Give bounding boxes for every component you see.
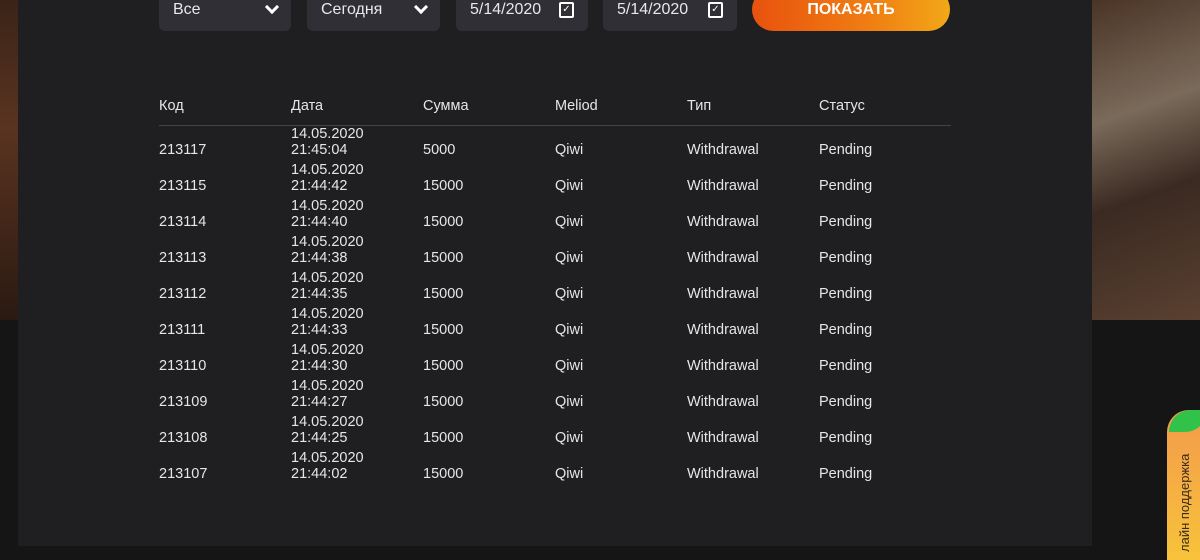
table-cell: 213107 — [159, 466, 208, 482]
table-row: 213108 14.05.2020 21:44:25 15000 Qiwi Withdr… — [159, 414, 951, 450]
table-cell: 14.05.2020 21:44:42 — [291, 162, 364, 194]
column-header: Статус — [819, 98, 951, 126]
table-cell: 213117 — [159, 142, 207, 158]
table-row: 213110 14.05.2020 21:44:30 15000 Qiwi Withdr… — [159, 342, 951, 378]
period-select[interactable]: Сегодня — [307, 0, 440, 31]
table-row: 213117 14.05.2020 21:45:04 5000 Qiwi Withdra… — [159, 125, 951, 162]
column-header: Meliod — [555, 98, 687, 126]
table-cell: Pending — [819, 286, 873, 302]
type-select-value: Все — [173, 0, 201, 18]
date-to-input[interactable]: 5/14/2020 ✓ — [603, 0, 737, 31]
column-header: Код — [159, 98, 291, 126]
chevron-down-icon — [413, 0, 429, 14]
table-cell: 14.05.2020 21:44:02 — [291, 450, 364, 482]
table-cell: Withdrawal — [687, 430, 759, 446]
table-cell: Qiwi — [555, 178, 584, 194]
type-select[interactable]: Все — [159, 0, 291, 31]
table-cell: 15000 — [423, 394, 464, 410]
table-cell: 14.05.2020 21:44:35 — [291, 270, 364, 302]
table-cell: Withdrawal — [687, 214, 759, 230]
table-cell: Qiwi — [555, 430, 584, 446]
table-cell: Pending — [819, 466, 873, 482]
table-cell: Pending — [819, 358, 873, 374]
table-cell: Qiwi — [555, 466, 584, 482]
calendar-icon[interactable]: ✓ — [559, 1, 574, 18]
table-cell: 15000 — [423, 178, 464, 194]
table-cell: 15000 — [423, 358, 464, 374]
table-cell: 14.05.2020 21:44:40 — [291, 198, 364, 230]
show-button[interactable]: ПОКАЗАТЬ — [752, 0, 950, 31]
table-cell: Qiwi — [555, 394, 584, 410]
table-cell: Pending — [819, 394, 873, 410]
table-cell: Withdrawal — [687, 286, 759, 302]
table-cell: Withdrawal — [687, 250, 759, 266]
background-art-left — [0, 0, 18, 320]
table-cell: Qiwi — [555, 286, 584, 302]
column-header: Дата — [291, 98, 423, 126]
table-cell: 14.05.2020 21:44:25 — [291, 414, 364, 446]
online-support-tab[interactable]: лайн поддержка — [1167, 410, 1200, 560]
table-cell: 213109 — [159, 394, 208, 410]
table-row: 213113 14.05.2020 21:44:38 15000 Qiwi Withdr… — [159, 234, 951, 270]
table-row: 213107 14.05.2020 21:44:02 15000 Qiwi Withdr… — [159, 450, 951, 486]
table-row: 213109 14.05.2020 21:44:27 15000 Qiwi Withdr… — [159, 378, 951, 414]
table-cell: 14.05.2020 21:44:33 — [291, 306, 364, 338]
table-row: 213114 14.05.2020 21:44:40 15000 Qiwi Withdr… — [159, 198, 951, 234]
table-cell: Withdrawal — [687, 358, 759, 374]
table-cell: Pending — [819, 142, 873, 158]
background-art-right — [1092, 0, 1200, 320]
table-row: 213115 14.05.2020 21:44:42 15000 Qiwi Withdr… — [159, 162, 951, 198]
table-cell: Qiwi — [555, 250, 584, 266]
calendar-icon[interactable]: ✓ — [708, 1, 723, 18]
table-cell: 14.05.2020 21:44:38 — [291, 234, 364, 266]
table-cell: 14.05.2020 21:44:30 — [291, 342, 364, 374]
table-row: 213111 14.05.2020 21:44:33 15000 Qiwi Withdr… — [159, 306, 951, 342]
table-cell: 213114 — [159, 214, 207, 230]
table-cell: Qiwi — [555, 322, 584, 338]
table-cell: Withdrawal — [687, 178, 759, 194]
table-cell: Pending — [819, 430, 873, 446]
table-cell: 14.05.2020 21:45:04 — [291, 126, 364, 158]
table-cell: 15000 — [423, 466, 464, 482]
table-cell: Withdrawal — [687, 142, 759, 158]
table-cell: 15000 — [423, 322, 464, 338]
table-cell: 213111 — [159, 322, 206, 338]
column-header: Тип — [687, 98, 819, 126]
table-cell: 15000 — [423, 214, 464, 230]
support-label: лайн поддержка — [1177, 453, 1192, 552]
chevron-down-icon — [264, 0, 280, 14]
table-cell: 213113 — [159, 250, 207, 266]
table-cell: Withdrawal — [687, 466, 759, 482]
table-cell: 213115 — [159, 178, 207, 194]
period-select-value: Сегодня — [321, 0, 383, 18]
table-cell: Qiwi — [555, 142, 584, 158]
table-cell: Pending — [819, 178, 873, 194]
table-row: 213112 14.05.2020 21:44:35 15000 Qiwi Withdr… — [159, 270, 951, 306]
table-cell: Pending — [819, 322, 873, 338]
transactions-panel: Все Сегодня 5/14/2020 ✓ 5/14/2020 ✓ ПОКА… — [18, 0, 1092, 546]
column-header: Сумма — [423, 98, 555, 126]
table-cell: 5000 — [423, 142, 456, 158]
table-cell: Withdrawal — [687, 322, 759, 338]
table-cell: 213110 — [159, 358, 207, 374]
table-cell: 15000 — [423, 430, 464, 446]
table-cell: 213112 — [159, 286, 207, 302]
date-from-input[interactable]: 5/14/2020 ✓ — [456, 0, 588, 31]
date-to-value: 5/14/2020 — [617, 0, 689, 18]
transactions-table: Код Дата Сумма Meliod Тип Статус 213117 14.05.… — [159, 98, 951, 486]
table-cell: 15000 — [423, 250, 464, 266]
table-header: Код Дата Сумма Meliod Тип Статус — [159, 98, 951, 126]
table-cell: Pending — [819, 250, 873, 266]
date-from-value: 5/14/2020 — [470, 0, 542, 18]
leaf-icon — [1169, 410, 1200, 432]
table-cell: 15000 — [423, 286, 464, 302]
table-cell: Qiwi — [555, 214, 584, 230]
table-cell: Withdrawal — [687, 394, 759, 410]
table-cell: Qiwi — [555, 358, 584, 374]
table-cell: 213108 — [159, 430, 208, 446]
table-cell: 14.05.2020 21:44:27 — [291, 378, 364, 410]
table-cell: Pending — [819, 214, 873, 230]
